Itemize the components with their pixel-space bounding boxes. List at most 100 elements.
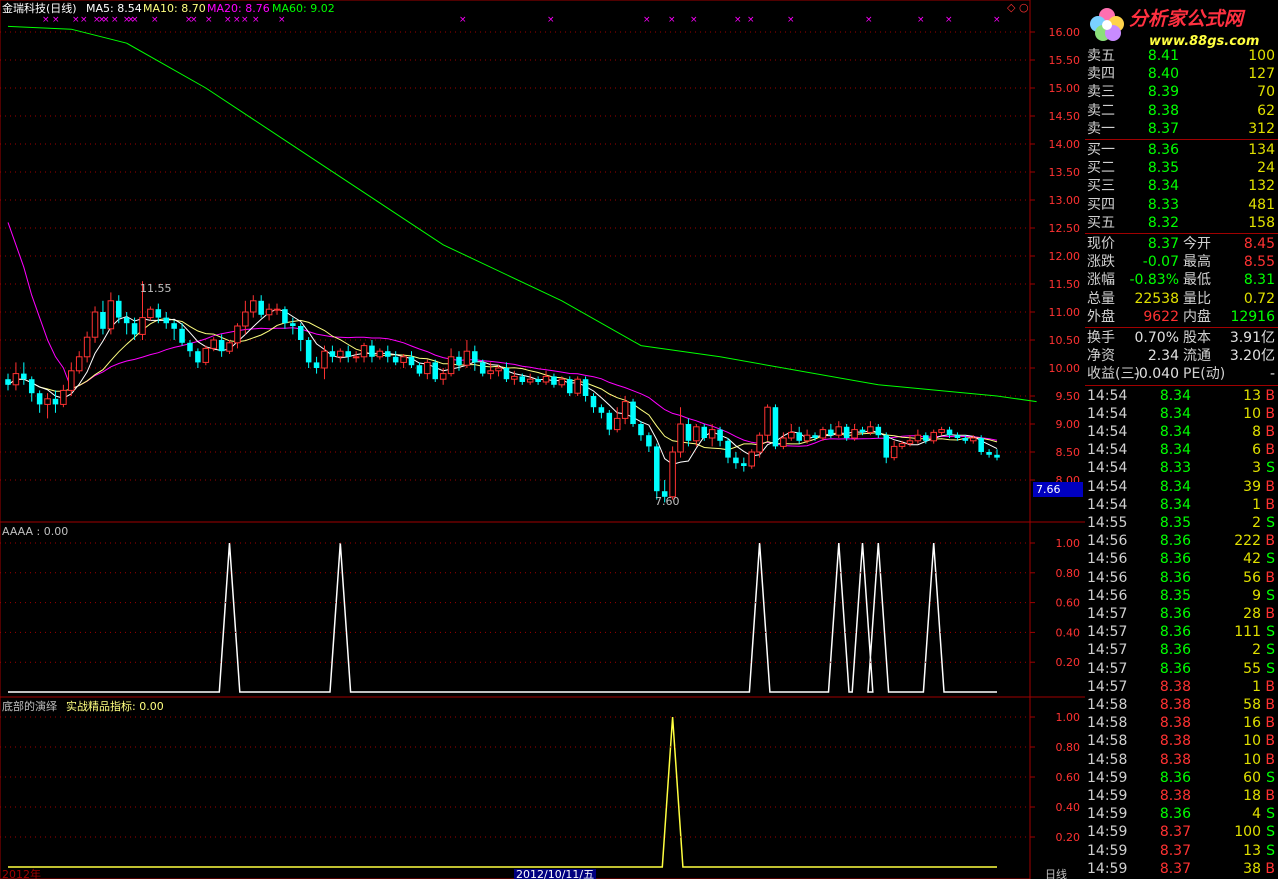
tick-volume: 9 (1252, 587, 1261, 604)
tick-time: 14:54 (1087, 424, 1128, 440)
tick-price: 8.37 (1159, 860, 1191, 877)
ma20-polyline (7, 222, 998, 447)
tick-time: 14:59 (1087, 842, 1128, 859)
price-tick-label: 14.00 (1049, 138, 1081, 151)
tick-price: 8.38 (1159, 733, 1191, 750)
order-volume: 100 (1248, 48, 1275, 64)
candle-body (5, 379, 11, 385)
tick-volume: 39 (1243, 478, 1261, 495)
logo-graphic: 分析家公式网 www.88gs.com (1090, 8, 1259, 49)
panel2-title: AAAA : 0.00 (2, 525, 68, 538)
tick-flag: B (1265, 678, 1275, 695)
tick-flag: B (1265, 496, 1275, 513)
tick-volume: 2 (1252, 515, 1261, 531)
candle-body (566, 379, 573, 394)
tick-row: 14:59 8.37 13 S (1087, 842, 1277, 860)
tick-row: 14:54 8.33 3 S (1087, 459, 1277, 477)
candle-body (598, 407, 605, 413)
quote-value: 3.91亿 (1229, 330, 1275, 346)
quote-row: 涨跌 -0.07 最高 8.55 (1087, 253, 1277, 271)
order-label: 买四 (1087, 196, 1115, 213)
quote-value: -0.040 (1133, 366, 1179, 383)
candle-body (835, 426, 843, 436)
tick-time: 14:57 (1087, 624, 1128, 641)
candle-body (693, 426, 700, 442)
signal-marker: × (865, 15, 873, 25)
candle-body (250, 300, 257, 313)
sell-order-row: 卖一 8.37 312 (1087, 120, 1277, 138)
candle-body (606, 412, 613, 430)
candle-body (187, 342, 193, 352)
quote-value: 0.72 (1243, 290, 1275, 307)
candle-body (345, 351, 351, 357)
tick-row: 14:58 8.38 10 B (1087, 732, 1277, 750)
price-tick-label: 14.50 (1049, 110, 1081, 123)
candle-body (273, 308, 281, 311)
order-price: 8.32 (1147, 214, 1179, 231)
panel-separator (1085, 327, 1278, 328)
tick-price: 8.38 (1159, 788, 1191, 804)
tick-volume: 18 (1243, 788, 1261, 804)
buy-order-row: 买五 8.32 158 (1087, 214, 1277, 232)
order-volume: 24 (1257, 160, 1275, 177)
candle-body (654, 446, 660, 492)
candle-body (131, 323, 138, 335)
quote-value: 22538 (1134, 290, 1179, 307)
tick-time: 14:58 (1087, 715, 1128, 732)
quote-label: 换手 (1087, 330, 1115, 346)
order-label: 买一 (1087, 142, 1115, 158)
circle-icon[interactable]: ○ (1019, 1, 1029, 14)
candle-body (21, 373, 27, 380)
candle-body (542, 375, 550, 383)
ma20-label: MA20: 8.76 (207, 2, 270, 15)
candle-body (100, 312, 106, 329)
kline-chart[interactable]: 16.00 15.50 15.00 14.50 14.00 13.50 13.00 12.50… (0, 0, 1085, 879)
tick-price: 8.34 (1159, 405, 1191, 422)
candle-body (764, 406, 771, 436)
tick-volume: 4 (1252, 806, 1261, 823)
order-volume: 134 (1248, 142, 1275, 158)
candle-body (843, 426, 850, 438)
candle-body (360, 345, 368, 358)
tick-row: 14:54 8.34 6 B (1087, 441, 1277, 459)
sell-order-row: 卖二 8.38 62 (1087, 102, 1277, 120)
candle-body (44, 398, 51, 405)
signal-marker: × (80, 15, 88, 25)
tick-time: 14:56 (1087, 569, 1128, 586)
tick-time: 14:54 (1087, 442, 1128, 459)
tick-row: 14:57 8.36 55 S (1087, 660, 1277, 678)
signal-marker: × (278, 15, 286, 25)
signal-marker: × (72, 15, 80, 25)
quote-label: 股本 (1183, 330, 1211, 346)
tick-time: 14:55 (1087, 515, 1128, 531)
sell-order-row: 卖五 8.41 100 (1087, 47, 1277, 65)
candle-body (503, 368, 510, 380)
signal-marker: × (787, 15, 795, 25)
candle-body (708, 429, 716, 439)
candle-body (930, 431, 937, 442)
quote-value: 8.31 (1243, 272, 1275, 289)
candle-body (226, 342, 233, 352)
candle-body (962, 438, 969, 441)
tick-time: 14:58 (1087, 697, 1128, 713)
tick-flag: S (1266, 660, 1275, 677)
tick-price: 8.36 (1159, 551, 1191, 568)
candle-body (408, 356, 415, 366)
order-label: 卖二 (1087, 102, 1115, 119)
ma20-line (7, 222, 998, 447)
diamond-icon[interactable]: ◇ (1007, 1, 1016, 14)
tick-flag: S (1266, 587, 1275, 604)
order-price: 8.34 (1147, 178, 1179, 195)
stock-title: 金瑞科技(日线) (2, 1, 77, 15)
tick-volume: 3 (1252, 460, 1261, 477)
tick-flag: S (1266, 806, 1275, 823)
tick-volume: 1 (1252, 496, 1261, 513)
tick-volume: 8 (1252, 424, 1261, 440)
tick-row: 14:59 8.37 38 B (1087, 860, 1277, 878)
signal-marker: × (547, 15, 555, 25)
tick-time: 14:57 (1087, 606, 1128, 622)
candle-body (574, 378, 581, 394)
quote-label: 流通 (1183, 348, 1211, 365)
candle-body (139, 317, 146, 335)
quote-row: 净资 2.34 流通 3.20亿 (1087, 347, 1277, 365)
